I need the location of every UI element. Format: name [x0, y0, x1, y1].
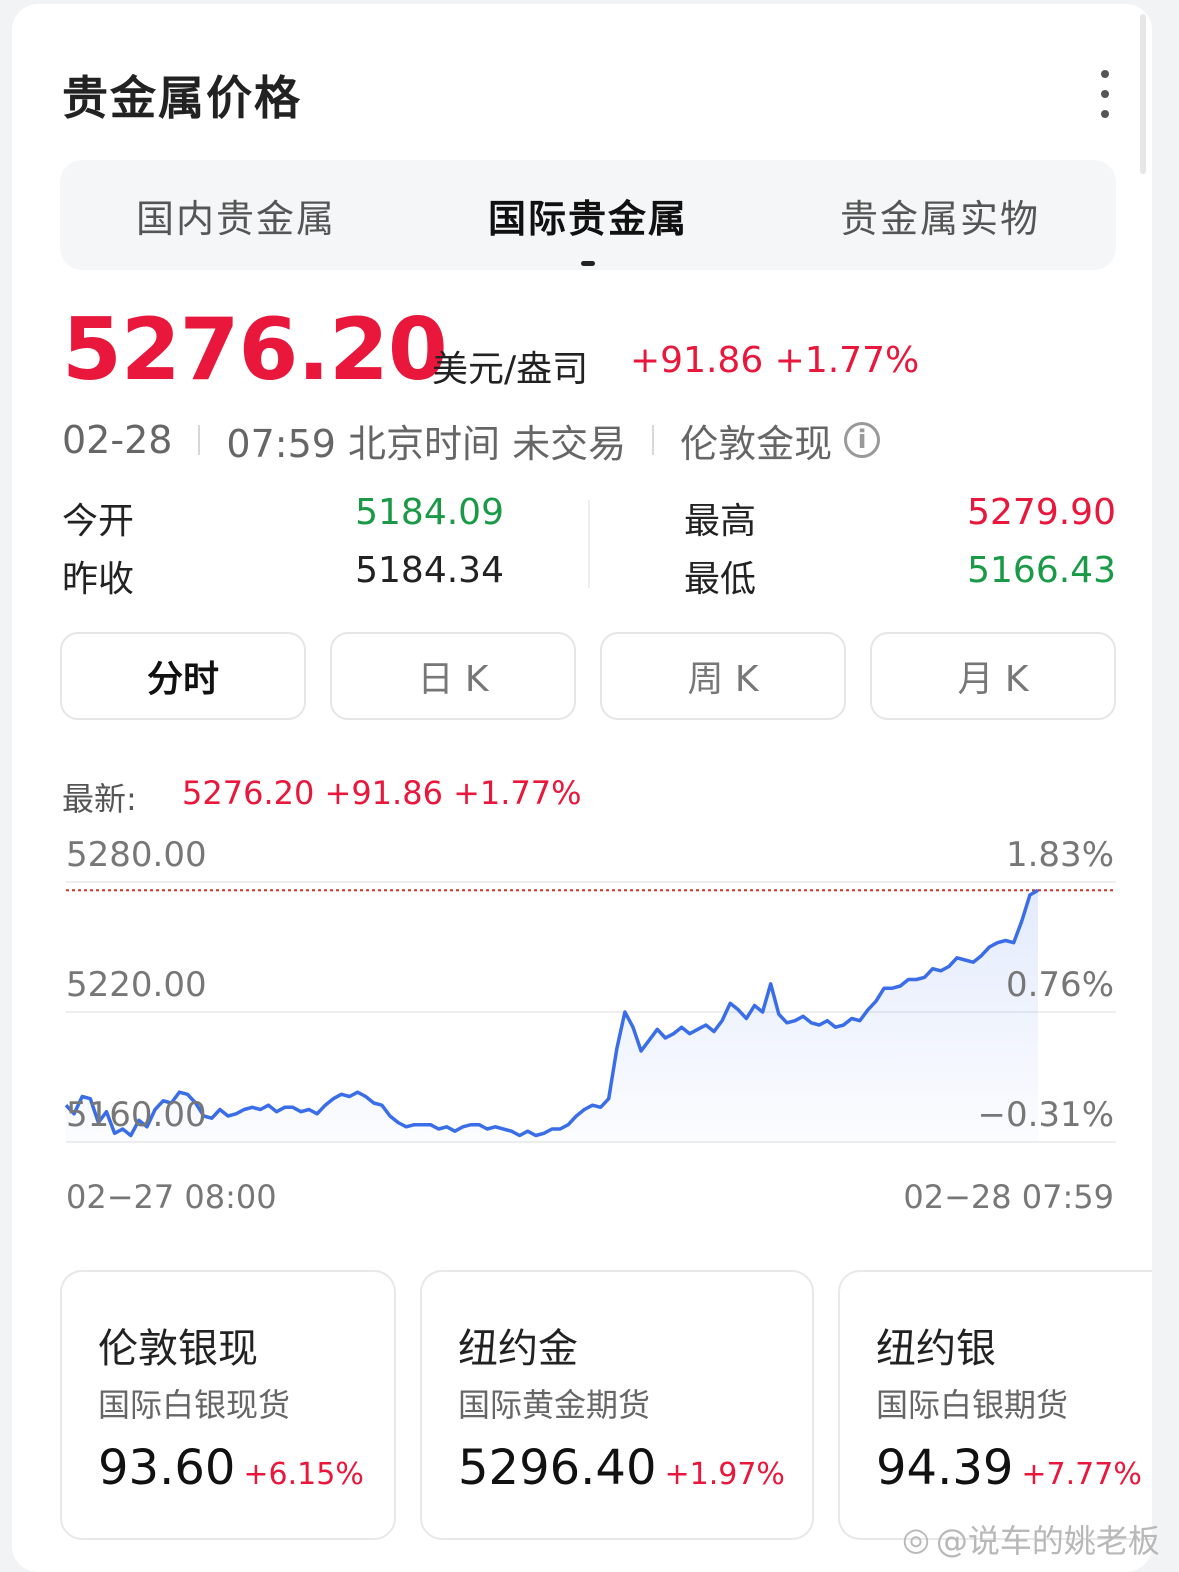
market-name: 纽约银	[876, 1326, 996, 1372]
tab-physical[interactable]: 贵金属实物	[764, 160, 1116, 270]
quote-date: 02-28	[62, 418, 173, 462]
period-selector: 分时 日 K 周 K 月 K	[60, 632, 1116, 720]
watermark-text: @说车的姚老板	[935, 1522, 1160, 1560]
period-week-k[interactable]: 周 K	[600, 632, 846, 720]
market-desc: 国际黄金期货	[458, 1386, 651, 1424]
latest-value: 5276.20 +91.86 +1.77%	[182, 774, 582, 812]
info-icon[interactable]: i	[844, 422, 881, 458]
price-unit: 美元/盎司	[432, 349, 589, 390]
stats-panel: 今开 5184.09 昨收 5184.34 最高 5279.90 最低 5166…	[62, 492, 1116, 602]
watermark: ◎ @说车的姚老板	[902, 1516, 1160, 1562]
period-month-k[interactable]: 月 K	[870, 632, 1116, 720]
period-day-k[interactable]: 日 K	[330, 632, 576, 720]
low-value: 5166.43	[967, 550, 1116, 591]
y-tick-right: −0.31%	[978, 1095, 1115, 1135]
market-change: +7.77%	[1021, 1457, 1142, 1492]
market-price-row: 94.39 +7.77%	[876, 1440, 1142, 1496]
market-card-ny-silver[interactable]: 纽约银 国际白银期货 94.39 +7.77%	[838, 1270, 1152, 1540]
more-options-icon[interactable]	[1090, 70, 1120, 118]
quote-time-status: 07:59 北京时间 未交易	[226, 421, 627, 466]
market-price-row: 5296.40 +1.97%	[458, 1440, 785, 1496]
divider	[652, 425, 655, 455]
divider	[588, 500, 590, 588]
tab-domestic[interactable]: 国内贵金属	[60, 160, 412, 270]
price-change: +91.86 +1.77%	[630, 340, 920, 381]
tab-international[interactable]: 国际贵金属	[412, 160, 764, 270]
x-label-end: 02−28 07:59	[903, 1178, 1114, 1216]
open-label: 今开	[62, 501, 135, 542]
market-tabs: 国内贵金属 国际贵金属 贵金属实物	[60, 160, 1116, 270]
market-card-ny-gold[interactable]: 纽约金 国际黄金期货 5296.40 +1.97%	[420, 1270, 814, 1540]
market-price: 94.39	[876, 1440, 1014, 1496]
low-label: 最低	[684, 559, 757, 600]
market-price: 5296.40	[458, 1440, 657, 1496]
precious-metals-card: 贵金属价格 国内贵金属 国际贵金属 贵金属实物 5276.20 美元/盎司 +9…	[12, 4, 1152, 1572]
y-tick-left: 5220.00	[66, 965, 207, 1005]
market-name: 纽约金	[458, 1326, 578, 1372]
x-label-start: 02−27 08:00	[66, 1178, 277, 1216]
market-change: +1.97%	[664, 1457, 785, 1492]
y-tick-right: 1.83%	[1006, 835, 1114, 875]
weibo-icon: ◎	[902, 1520, 930, 1558]
latest-label: 最新:	[62, 780, 137, 818]
high-label: 最高	[684, 501, 757, 542]
market-price: 93.60	[98, 1440, 236, 1496]
high-value: 5279.90	[967, 492, 1116, 533]
instrument-name: 伦敦金现	[680, 421, 833, 466]
market-price-row: 93.60 +6.15%	[98, 1440, 364, 1496]
prev-close-value: 5184.34	[355, 550, 504, 591]
y-tick-right: 0.76%	[1006, 965, 1114, 1005]
market-desc: 国际白银期货	[876, 1386, 1069, 1424]
market-card-london-silver[interactable]: 伦敦银现 国际白银现货 93.60 +6.15%	[60, 1270, 396, 1540]
open-value: 5184.09	[355, 492, 504, 533]
current-price: 5276.20	[62, 300, 448, 400]
quote-meta: 02-28 07:59 北京时间 未交易 伦敦金现 i	[62, 414, 881, 466]
market-name: 伦敦银现	[98, 1326, 258, 1372]
y-tick-left: 5160.00	[66, 1095, 207, 1135]
y-tick-left: 5280.00	[66, 835, 207, 875]
divider	[198, 425, 201, 455]
period-intraday[interactable]: 分时	[60, 632, 306, 720]
page-title: 贵金属价格	[62, 71, 302, 125]
price-area	[66, 890, 1038, 1142]
intraday-chart[interactable]: 5280.00 5220.00 5160.00 1.83% 0.76% −0.3…	[12, 824, 1152, 1224]
scrollbar[interactable]	[1140, 14, 1146, 174]
market-change: +6.15%	[243, 1457, 364, 1492]
market-desc: 国际白银现货	[98, 1386, 291, 1424]
prev-close-label: 昨收	[62, 559, 135, 600]
